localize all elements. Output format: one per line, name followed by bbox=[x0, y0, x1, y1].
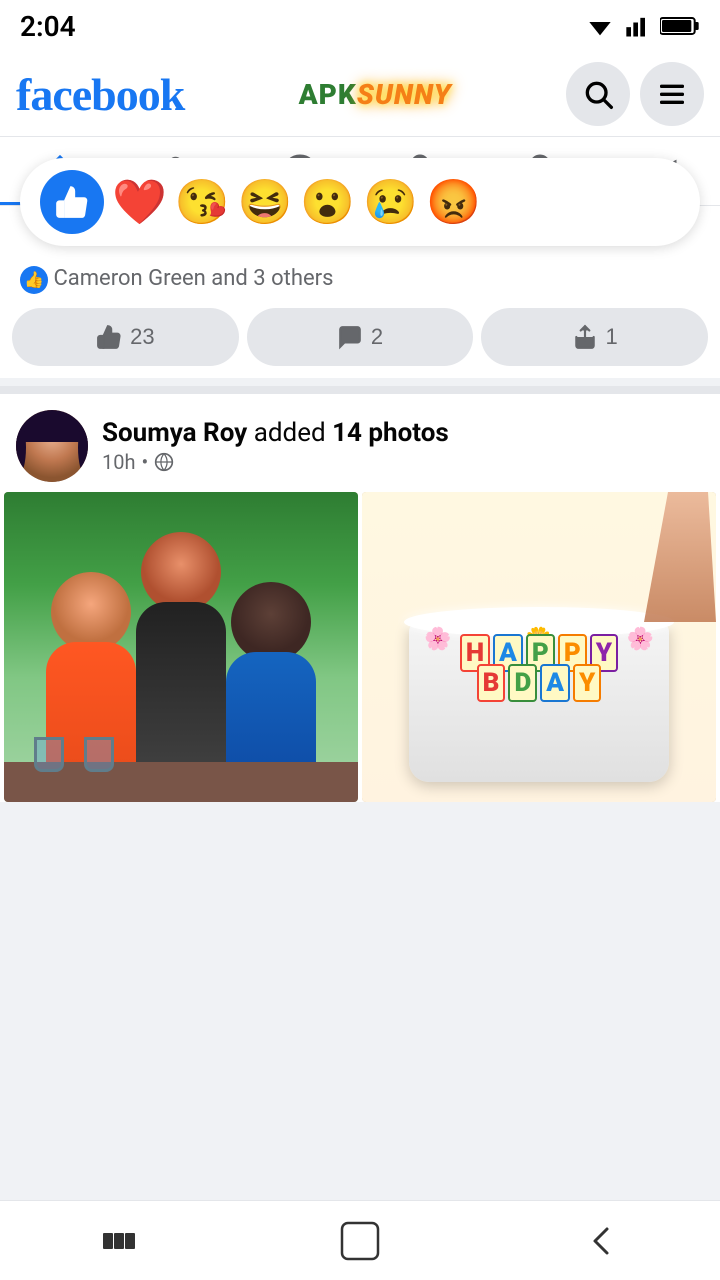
haha-emoji[interactable]: 😆 bbox=[238, 180, 293, 224]
kiss-emoji[interactable]: 😘 bbox=[175, 180, 230, 224]
back-button[interactable] bbox=[553, 1213, 649, 1269]
photo-2[interactable]: 🌸 🌸 🌼 H A P P Y B D A Y bbox=[362, 492, 716, 802]
post-card-1: APKSUNNY.COM ❤️ 😘 😆 😮 😢 😡 👍 Cameron Gree… bbox=[0, 206, 720, 378]
apksunny-text: APKSUNNY bbox=[299, 78, 452, 111]
search-button[interactable] bbox=[566, 62, 630, 126]
search-icon bbox=[582, 78, 614, 110]
reactions-bar: ❤️ 😘 😆 😮 😢 😡 bbox=[20, 158, 700, 246]
globe-icon bbox=[154, 452, 174, 472]
sad-emoji[interactable]: 😢 bbox=[363, 180, 418, 224]
status-icons bbox=[584, 14, 700, 38]
apk-label: APK bbox=[299, 78, 357, 111]
feed-divider bbox=[0, 386, 720, 394]
share-button[interactable]: 1 bbox=[481, 308, 708, 366]
share-count: 1 bbox=[606, 324, 618, 350]
status-time: 2:04 bbox=[20, 10, 76, 43]
post-meta-2: Soumya Roy added 14 photos 10h • bbox=[102, 418, 704, 474]
status-bar: 2:04 bbox=[0, 0, 720, 52]
share-icon bbox=[572, 324, 598, 350]
post-card-2: Soumya Roy added 14 photos 10h • bbox=[0, 394, 720, 802]
angry-emoji[interactable]: 😡 bbox=[426, 180, 481, 224]
photo-1[interactable] bbox=[4, 492, 358, 802]
header-actions bbox=[566, 62, 704, 126]
thumbs-up-icon bbox=[53, 183, 91, 221]
photo-grid: 🌸 🌸 🌼 H A P P Y B D A Y bbox=[0, 492, 720, 802]
recents-button[interactable] bbox=[71, 1213, 167, 1269]
battery-icon bbox=[660, 14, 700, 38]
comment-icon bbox=[337, 324, 363, 350]
menu-button[interactable] bbox=[640, 62, 704, 126]
apksunny-logo: APKSUNNY bbox=[196, 78, 554, 111]
wifi-icon bbox=[584, 14, 616, 38]
comment-button[interactable]: 2 bbox=[247, 308, 474, 366]
post-likers-text: 👍 Cameron Green and 3 others bbox=[20, 266, 333, 291]
sunny-label: SUNNY bbox=[357, 78, 452, 111]
wow-emoji[interactable]: 😮 bbox=[300, 180, 355, 224]
post-author-name: Soumya Roy added 14 photos bbox=[102, 418, 704, 448]
like-count: 23 bbox=[130, 324, 154, 350]
love-emoji[interactable]: ❤️ bbox=[112, 180, 167, 224]
recents-icon bbox=[101, 1223, 137, 1259]
post-header-2: Soumya Roy added 14 photos 10h • bbox=[0, 394, 720, 492]
back-icon bbox=[583, 1223, 619, 1259]
home-button[interactable] bbox=[310, 1211, 410, 1271]
app-header: facebook APKSUNNY bbox=[0, 52, 720, 137]
post-action-text: added bbox=[254, 418, 332, 448]
bottom-nav bbox=[0, 1200, 720, 1280]
comment-count: 2 bbox=[371, 324, 383, 350]
facebook-logo: facebook bbox=[16, 68, 184, 121]
like-button[interactable]: 23 bbox=[12, 308, 239, 366]
like-icon bbox=[96, 324, 122, 350]
post-time: 10h • bbox=[102, 450, 704, 474]
bottom-spacer bbox=[0, 810, 720, 900]
signal-icon bbox=[624, 14, 652, 38]
post-author-avatar[interactable] bbox=[16, 410, 88, 482]
home-nav-icon bbox=[340, 1221, 380, 1261]
like-reaction-button[interactable] bbox=[40, 170, 104, 234]
post-actions: 23 2 1 bbox=[0, 304, 720, 378]
hamburger-icon bbox=[656, 78, 688, 110]
